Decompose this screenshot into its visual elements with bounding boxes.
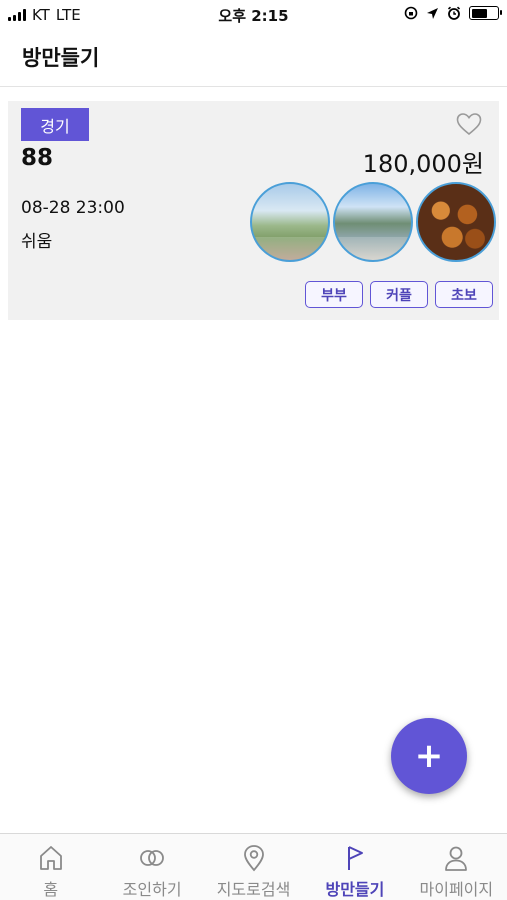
- fried-chicken-photo[interactable]: [416, 182, 496, 262]
- resort-pool-photo[interactable]: [333, 182, 413, 262]
- category-badge: 경기: [21, 108, 89, 141]
- tag-chip: 부부: [305, 281, 363, 308]
- flag-icon: [340, 843, 370, 872]
- status-right: [404, 6, 502, 20]
- nav-label: 지도로검색: [216, 880, 291, 899]
- create-room-button[interactable]: +: [391, 718, 467, 794]
- app-header: 방만들기: [0, 32, 507, 87]
- battery-fill: [471, 8, 487, 18]
- nav-item-my-page[interactable]: 마이페이지: [406, 834, 507, 900]
- nav-item-map-search[interactable]: 지도로검색: [203, 834, 304, 900]
- level-label: 쉬움: [21, 232, 53, 252]
- map-pin-icon: [239, 843, 269, 872]
- nav-label: 방만들기: [325, 880, 385, 899]
- bottom-nav: 홈 조인하기 지도로검색 방만들기 마이페이지: [0, 833, 507, 900]
- nav-item-home[interactable]: 홈: [0, 834, 101, 900]
- tag-chip: 커플: [370, 281, 428, 308]
- tag-list: 부부 커플 초보: [305, 281, 493, 308]
- room-card[interactable]: 경기 88 180,000원 08-28 23:00 쉬움 부부 커플 초보: [8, 101, 499, 320]
- date-label: 08-28 23:00: [21, 198, 125, 218]
- nav-label: 홈: [43, 880, 59, 899]
- plus-icon: +: [414, 736, 444, 776]
- nav-item-join[interactable]: 조인하기: [101, 834, 202, 900]
- battery-icon: [469, 6, 502, 20]
- user-icon: [441, 843, 471, 872]
- heart-icon[interactable]: [456, 112, 482, 136]
- nav-item-create-room[interactable]: 방만들기: [304, 834, 405, 900]
- rotation-lock-icon: [404, 6, 418, 20]
- page-title: 방만들기: [22, 46, 100, 70]
- golf-course-photo[interactable]: [250, 182, 330, 262]
- photo-list: [250, 182, 496, 262]
- price-label: 180,000원: [362, 150, 484, 178]
- home-icon: [36, 843, 66, 872]
- rings-icon: [137, 843, 167, 872]
- alarm-icon: [447, 6, 461, 20]
- nav-label: 조인하기: [122, 880, 182, 899]
- nav-label: 마이페이지: [419, 880, 494, 899]
- tag-chip: 초보: [435, 281, 493, 308]
- room-name: 88: [21, 145, 54, 171]
- status-bar: KT LTE 오후 2:15: [0, 0, 507, 32]
- location-arrow-icon: [427, 7, 438, 19]
